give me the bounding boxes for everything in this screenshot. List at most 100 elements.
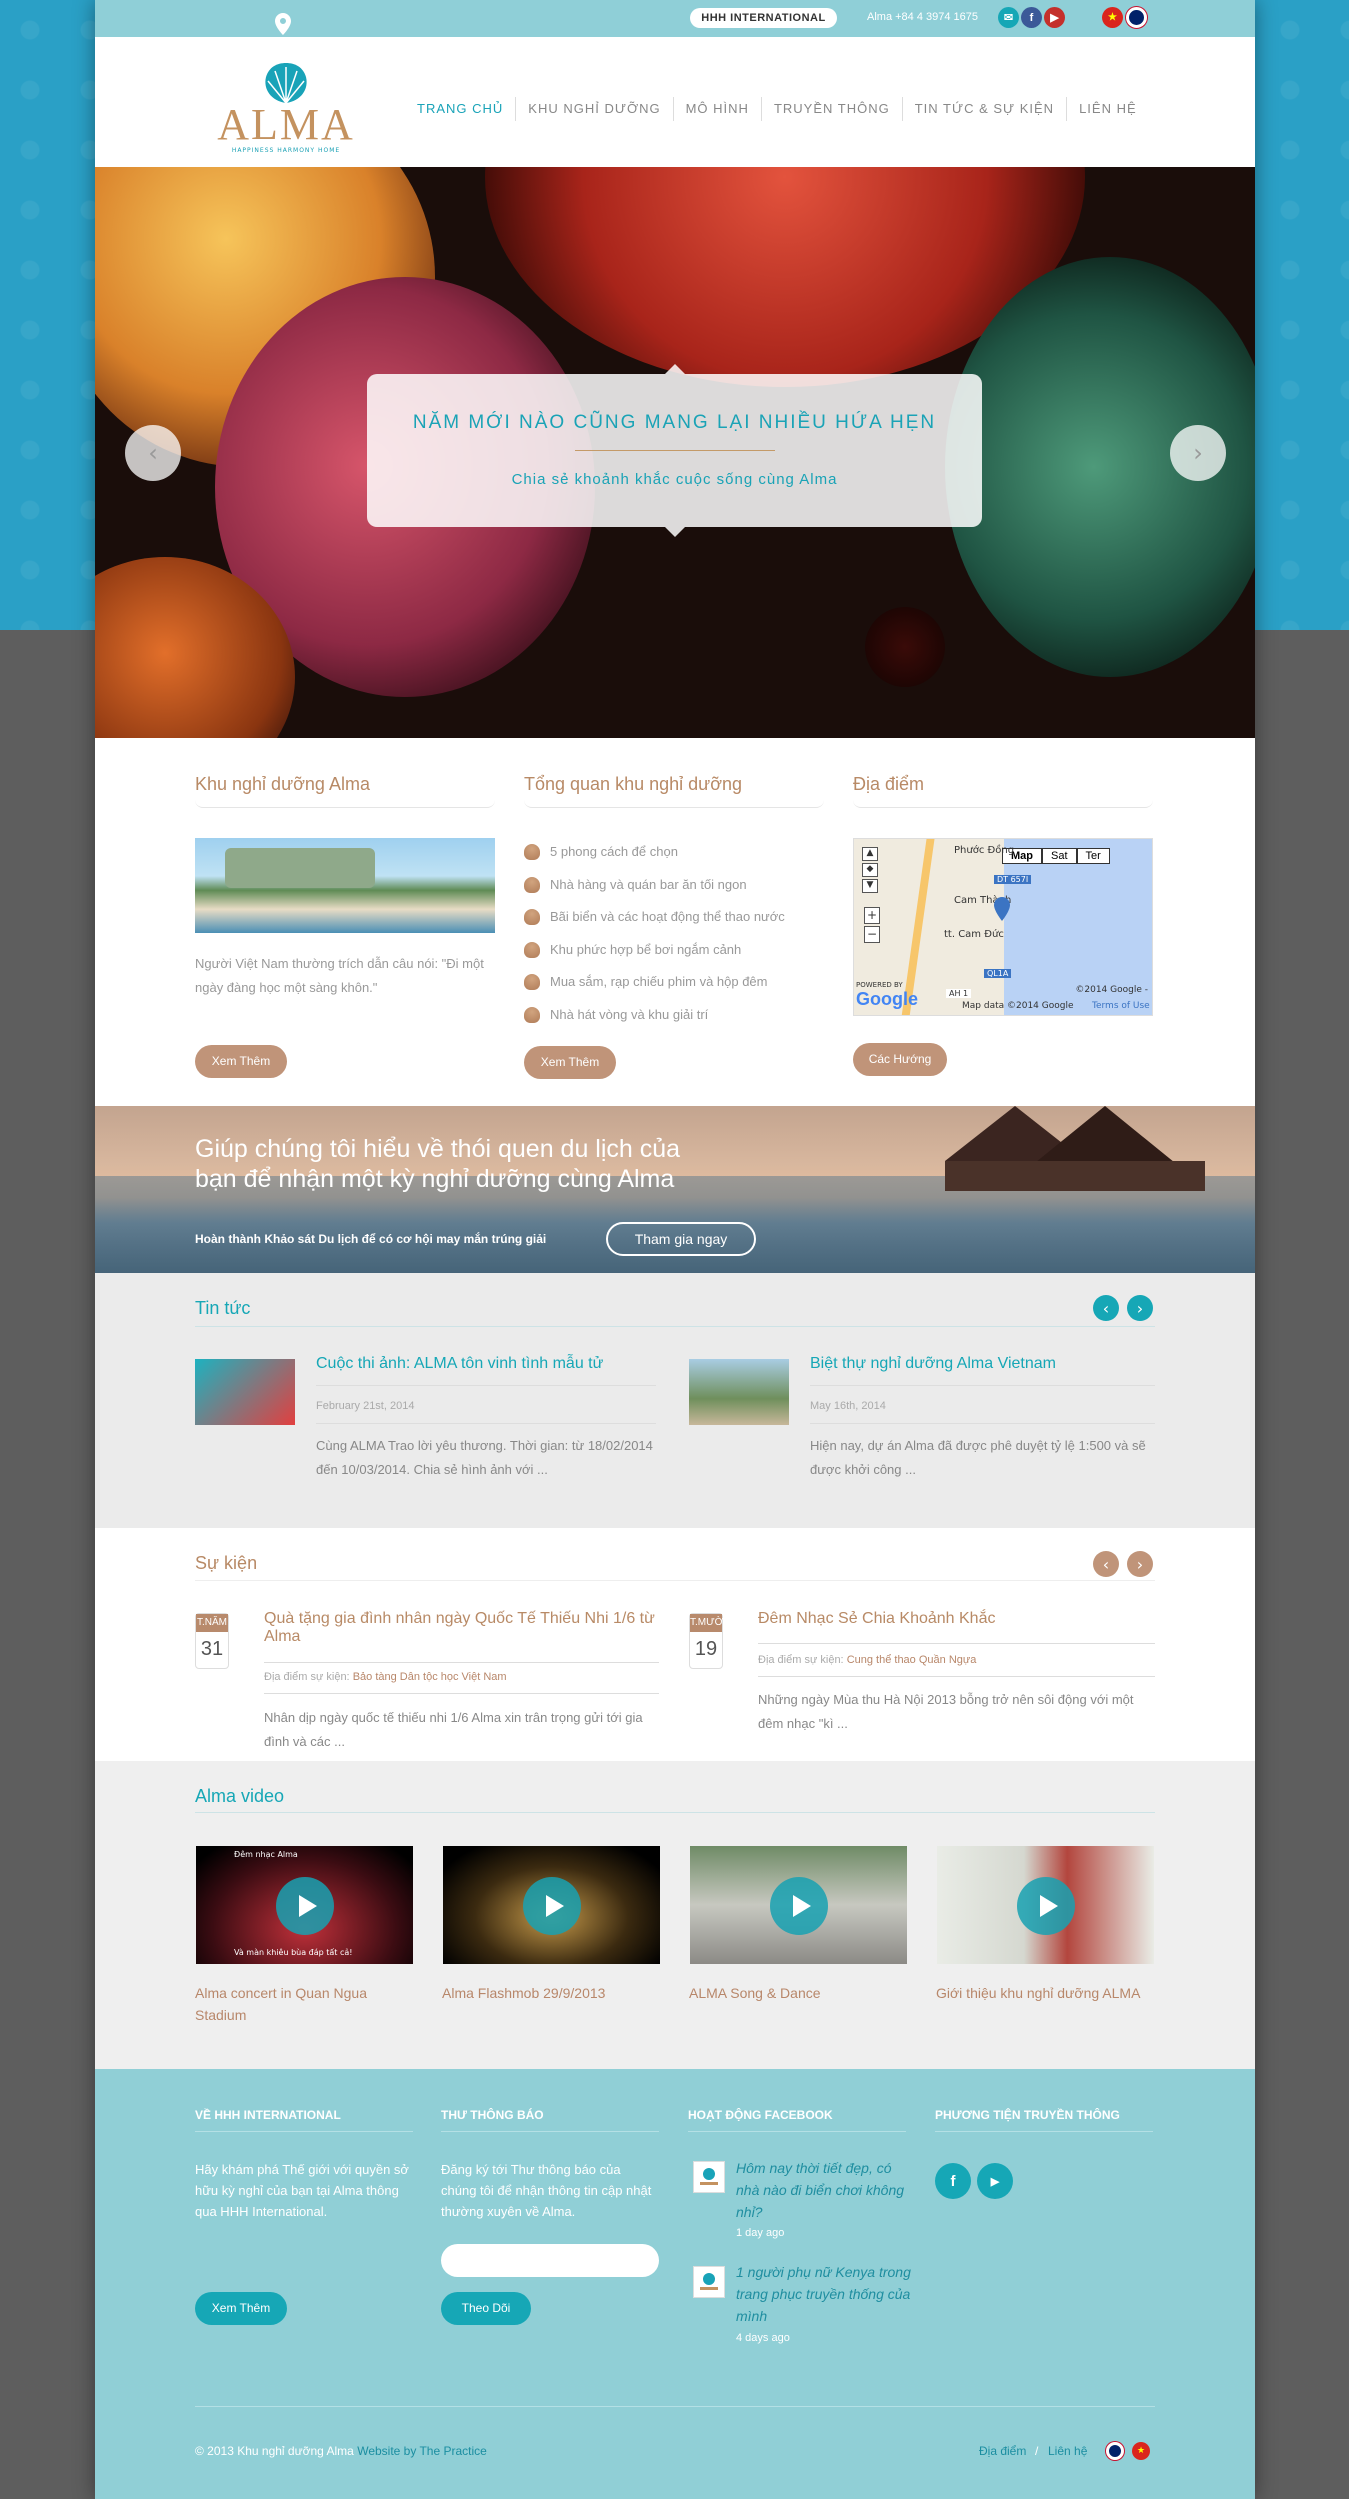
resort-image[interactable] bbox=[195, 838, 495, 933]
pan-up-icon[interactable]: ▲ bbox=[862, 847, 878, 861]
overview-title-underline bbox=[524, 800, 824, 808]
video-caption[interactable]: ALMA Song & Dance bbox=[689, 1982, 909, 2004]
resort-title-underline bbox=[195, 800, 495, 808]
youtube-icon[interactable]: ▶ bbox=[1044, 7, 1065, 28]
video-caption[interactable]: Alma concert in Quan Ngua Stadium bbox=[195, 1982, 415, 2026]
resort-more-button[interactable]: Xem Thêm bbox=[195, 1045, 287, 1078]
play-icon[interactable] bbox=[770, 1877, 828, 1935]
chevron-left-icon: ‹ bbox=[148, 439, 158, 467]
list-item: Nhà hàng và quán bar ăn tối ngon bbox=[524, 869, 785, 902]
play-icon[interactable] bbox=[276, 1877, 334, 1935]
mail-icon[interactable]: ✉ bbox=[998, 7, 1019, 28]
facebook-avatar[interactable] bbox=[693, 2161, 725, 2193]
map-label: AH 1 bbox=[946, 989, 972, 998]
events-prev-button[interactable]: ‹ bbox=[1093, 1551, 1119, 1577]
join-survey-button[interactable]: Tham gia ngay bbox=[606, 1222, 756, 1256]
subscribe-button[interactable]: Theo Dõi bbox=[441, 2292, 531, 2325]
alma-logo[interactable]: ALMA HAPPINESS HARMONY HOME bbox=[211, 57, 361, 157]
flag-vn-icon[interactable]: ★ bbox=[1102, 7, 1123, 28]
flag-uk-icon[interactable] bbox=[1106, 2442, 1124, 2460]
flag-vn-icon[interactable]: ★ bbox=[1132, 2442, 1150, 2460]
video-caption[interactable]: Alma Flashmob 29/9/2013 bbox=[442, 1982, 662, 2004]
zoom-out-icon[interactable]: − bbox=[864, 926, 880, 943]
footer-link-contact[interactable]: Liên hệ bbox=[1048, 2444, 1087, 2458]
footer-bottom-line bbox=[195, 2406, 1155, 2407]
map-zoom-controls[interactable]: + − bbox=[864, 907, 880, 943]
play-icon[interactable] bbox=[523, 1877, 581, 1935]
event-date-badge: T.NĂM 31 bbox=[195, 1613, 229, 1669]
facebook-post[interactable]: 1 người phụ nữ Kenya trong trang phục tr… bbox=[736, 2261, 916, 2327]
map-label: tt. Cam Đức bbox=[944, 929, 1004, 940]
chevron-left-icon: ‹ bbox=[1102, 1298, 1110, 1318]
video-thumbnail[interactable] bbox=[937, 1846, 1154, 1964]
event-divider bbox=[264, 1693, 659, 1694]
event-month: T.MƯỜI bbox=[690, 1614, 726, 1632]
footer-about-more-button[interactable]: Xem Thêm bbox=[195, 2292, 287, 2325]
video-caption[interactable]: Giới thiệu khu nghỉ dưỡng ALMA bbox=[936, 1982, 1156, 2004]
news-section: Tin tức ‹ › Cuộc thi ảnh: ALMA tôn vinh … bbox=[95, 1273, 1255, 1528]
map-copyright: ©2014 Google - bbox=[1075, 985, 1148, 995]
facebook-icon[interactable]: f bbox=[1021, 7, 1042, 28]
video-thumbnail[interactable] bbox=[443, 1846, 660, 1964]
news-item-title[interactable]: Cuộc thi ảnh: ALMA tôn vinh tình mẫu tử bbox=[316, 1355, 656, 1373]
google-map[interactable]: Map Sat Ter ▲ ◆ ▼ + − Phước Đồng DT 657I… bbox=[853, 838, 1153, 1016]
hero-next-button[interactable]: › bbox=[1170, 425, 1226, 481]
nav-item-home[interactable]: TRANG CHỦ bbox=[405, 97, 517, 121]
event-item-title[interactable]: Đêm Nhạc Sẻ Chia Khoảnh Khắc bbox=[758, 1610, 1155, 1628]
news-thumbnail[interactable] bbox=[689, 1359, 789, 1425]
video-title-line bbox=[195, 1812, 1155, 1813]
nav-item-contact[interactable]: LIÊN HỆ bbox=[1067, 97, 1149, 121]
nav-item-news-events[interactable]: TIN TỨC & SỰ KIỆN bbox=[903, 97, 1068, 121]
event-location-link[interactable]: Bảo tàng Dân tộc học Việt Nam bbox=[353, 1671, 507, 1683]
zoom-in-icon[interactable]: + bbox=[864, 907, 880, 924]
map-pan-controls[interactable]: ▲ ◆ ▼ bbox=[862, 847, 882, 903]
events-next-button[interactable]: › bbox=[1127, 1551, 1153, 1577]
google-logo: Google bbox=[856, 989, 918, 1009]
event-day: 19 bbox=[694, 1638, 718, 1660]
directions-button[interactable]: Các Hướng bbox=[853, 1043, 947, 1076]
video-overlay-text: Và màn khiêu bùa đáp tất cả! bbox=[234, 1948, 353, 1957]
play-icon[interactable] bbox=[1017, 1877, 1075, 1935]
facebook-icon[interactable]: f bbox=[935, 2163, 971, 2199]
nav-item-resort[interactable]: KHU NGHỈ DƯỠNG bbox=[516, 97, 674, 121]
news-thumbnail[interactable] bbox=[195, 1359, 295, 1425]
news-prev-button[interactable]: ‹ bbox=[1093, 1295, 1119, 1321]
nav-item-model[interactable]: MÔ HÌNH bbox=[674, 97, 762, 121]
footer-link-location[interactable]: Địa điểm bbox=[979, 2444, 1026, 2458]
events-title: Sự kiện bbox=[195, 1553, 258, 1573]
overview-list: 5 phong cách để chọn Nhà hàng và quán ba… bbox=[524, 836, 785, 1031]
event-day: 31 bbox=[200, 1638, 224, 1660]
hero-divider bbox=[574, 450, 775, 451]
facebook-post[interactable]: Hôm nay thời tiết đẹp, có nhà nào đi biể… bbox=[736, 2157, 916, 2223]
video-thumbnail[interactable] bbox=[690, 1846, 907, 1964]
newsletter-email-input[interactable] bbox=[441, 2244, 659, 2277]
event-item-excerpt: Nhân dịp ngày quốc tế thiếu nhi 1/6 Alma… bbox=[264, 1710, 643, 1749]
footer-link-separator: / bbox=[1035, 2444, 1039, 2458]
hero-prev-button[interactable]: ‹ bbox=[125, 425, 181, 481]
flag-uk-icon[interactable] bbox=[1126, 7, 1147, 28]
footer-newsletter-text: Đăng ký tới Thư thông báo của chúng tôi … bbox=[441, 2162, 652, 2219]
event-month: T.NĂM bbox=[196, 1614, 228, 1632]
news-next-button[interactable]: › bbox=[1127, 1295, 1153, 1321]
event-item-title[interactable]: Quà tặng gia đình nhân ngày Quốc Tế Thiế… bbox=[264, 1610, 659, 1646]
news-item-date: February 21st, 2014 bbox=[316, 1400, 415, 1412]
map-type-ter[interactable]: Ter bbox=[1076, 848, 1110, 864]
map-type-sat[interactable]: Sat bbox=[1042, 848, 1077, 864]
pan-center-icon[interactable]: ◆ bbox=[862, 863, 878, 877]
youtube-icon[interactable]: ▶ bbox=[977, 2163, 1013, 2199]
nav-item-media[interactable]: TRUYỀN THÔNG bbox=[762, 97, 903, 121]
map-terms-link[interactable]: Terms of Use bbox=[1092, 1001, 1150, 1011]
map-marker-icon[interactable] bbox=[994, 897, 1010, 921]
chevron-right-icon: › bbox=[1193, 439, 1203, 467]
pan-down-icon[interactable]: ▼ bbox=[862, 879, 878, 893]
banner-title: Giúp chúng tôi hiểu về thói quen du lịch… bbox=[195, 1135, 681, 1193]
hhh-international-badge[interactable]: HHH INTERNATIONAL bbox=[690, 8, 837, 28]
video-thumbnail[interactable]: Đêm nhạc Alma Và màn khiêu bùa đáp tất c… bbox=[196, 1846, 413, 1964]
overview-more-button[interactable]: Xem Thêm bbox=[524, 1046, 616, 1079]
chevron-right-icon: › bbox=[1136, 1298, 1144, 1318]
event-location-link[interactable]: Cung thể thao Quần Ngựa bbox=[847, 1654, 977, 1666]
news-item-title[interactable]: Biệt thự nghỉ dưỡng Alma Vietnam bbox=[810, 1355, 1155, 1373]
credit-link[interactable]: Website by The Practice bbox=[357, 2444, 487, 2458]
resort-image-building bbox=[225, 848, 375, 888]
facebook-avatar[interactable] bbox=[693, 2266, 725, 2298]
